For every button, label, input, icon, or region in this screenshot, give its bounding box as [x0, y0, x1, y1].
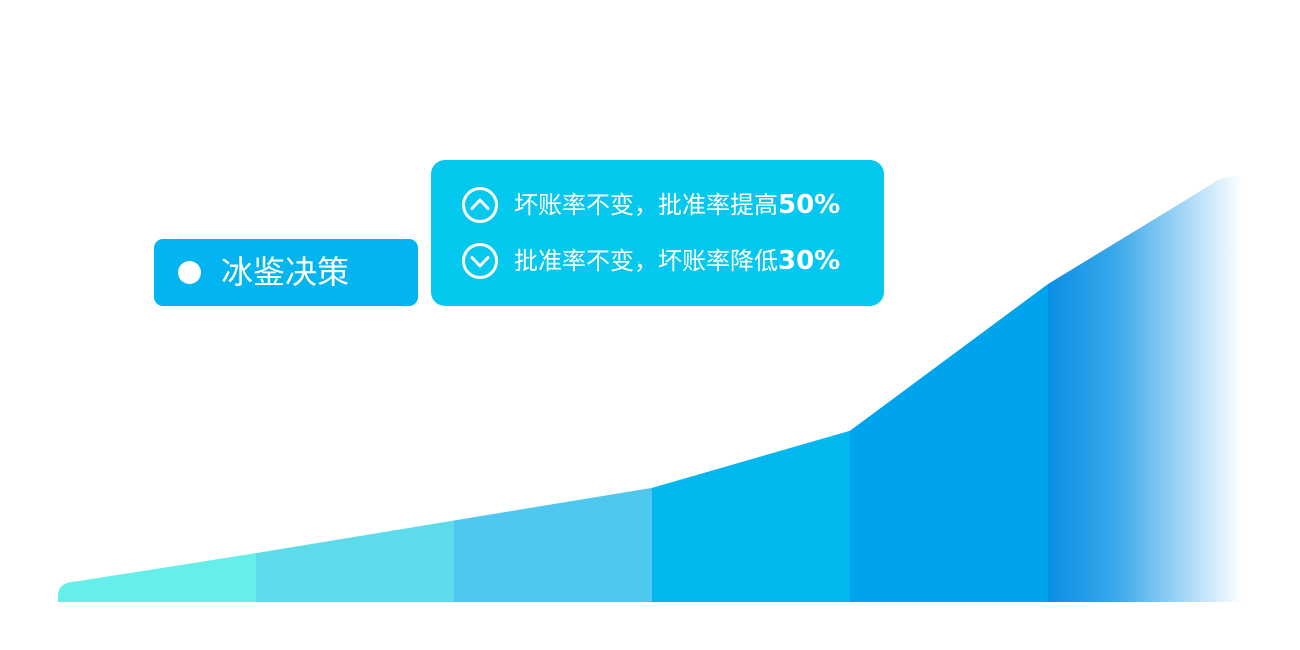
bullet-dot-icon	[178, 261, 201, 284]
area-segment-6	[1048, 176, 1242, 602]
result-row-approval-value: 50%	[778, 190, 841, 220]
result-callout: 坏账率不变，批准率提高 50% 批准率不变，坏账率降低 30%	[431, 160, 884, 306]
result-row-baddebt-value: 30%	[778, 246, 841, 276]
decision-tag: 冰鉴决策	[154, 239, 418, 306]
result-row-approval-text: 坏账率不变，批准率提高	[514, 191, 778, 219]
area-segment-5	[850, 284, 1048, 602]
chevron-up-circle-icon	[462, 187, 498, 223]
decision-tag-label: 冰鉴决策	[221, 253, 350, 291]
area-segment-1	[58, 553, 256, 602]
result-row-approval: 坏账率不变，批准率提高 50%	[461, 185, 840, 225]
result-row-baddebt-text: 批准率不变，坏账率降低	[514, 247, 778, 275]
result-row-baddebt: 批准率不变，坏账率降低 30%	[461, 241, 840, 281]
chevron-down-circle-icon	[462, 243, 498, 279]
area-segment-4	[652, 430, 850, 602]
area-segment-3	[454, 487, 652, 602]
area-segment-2	[256, 520, 454, 602]
growth-area-chart	[58, 176, 1242, 602]
